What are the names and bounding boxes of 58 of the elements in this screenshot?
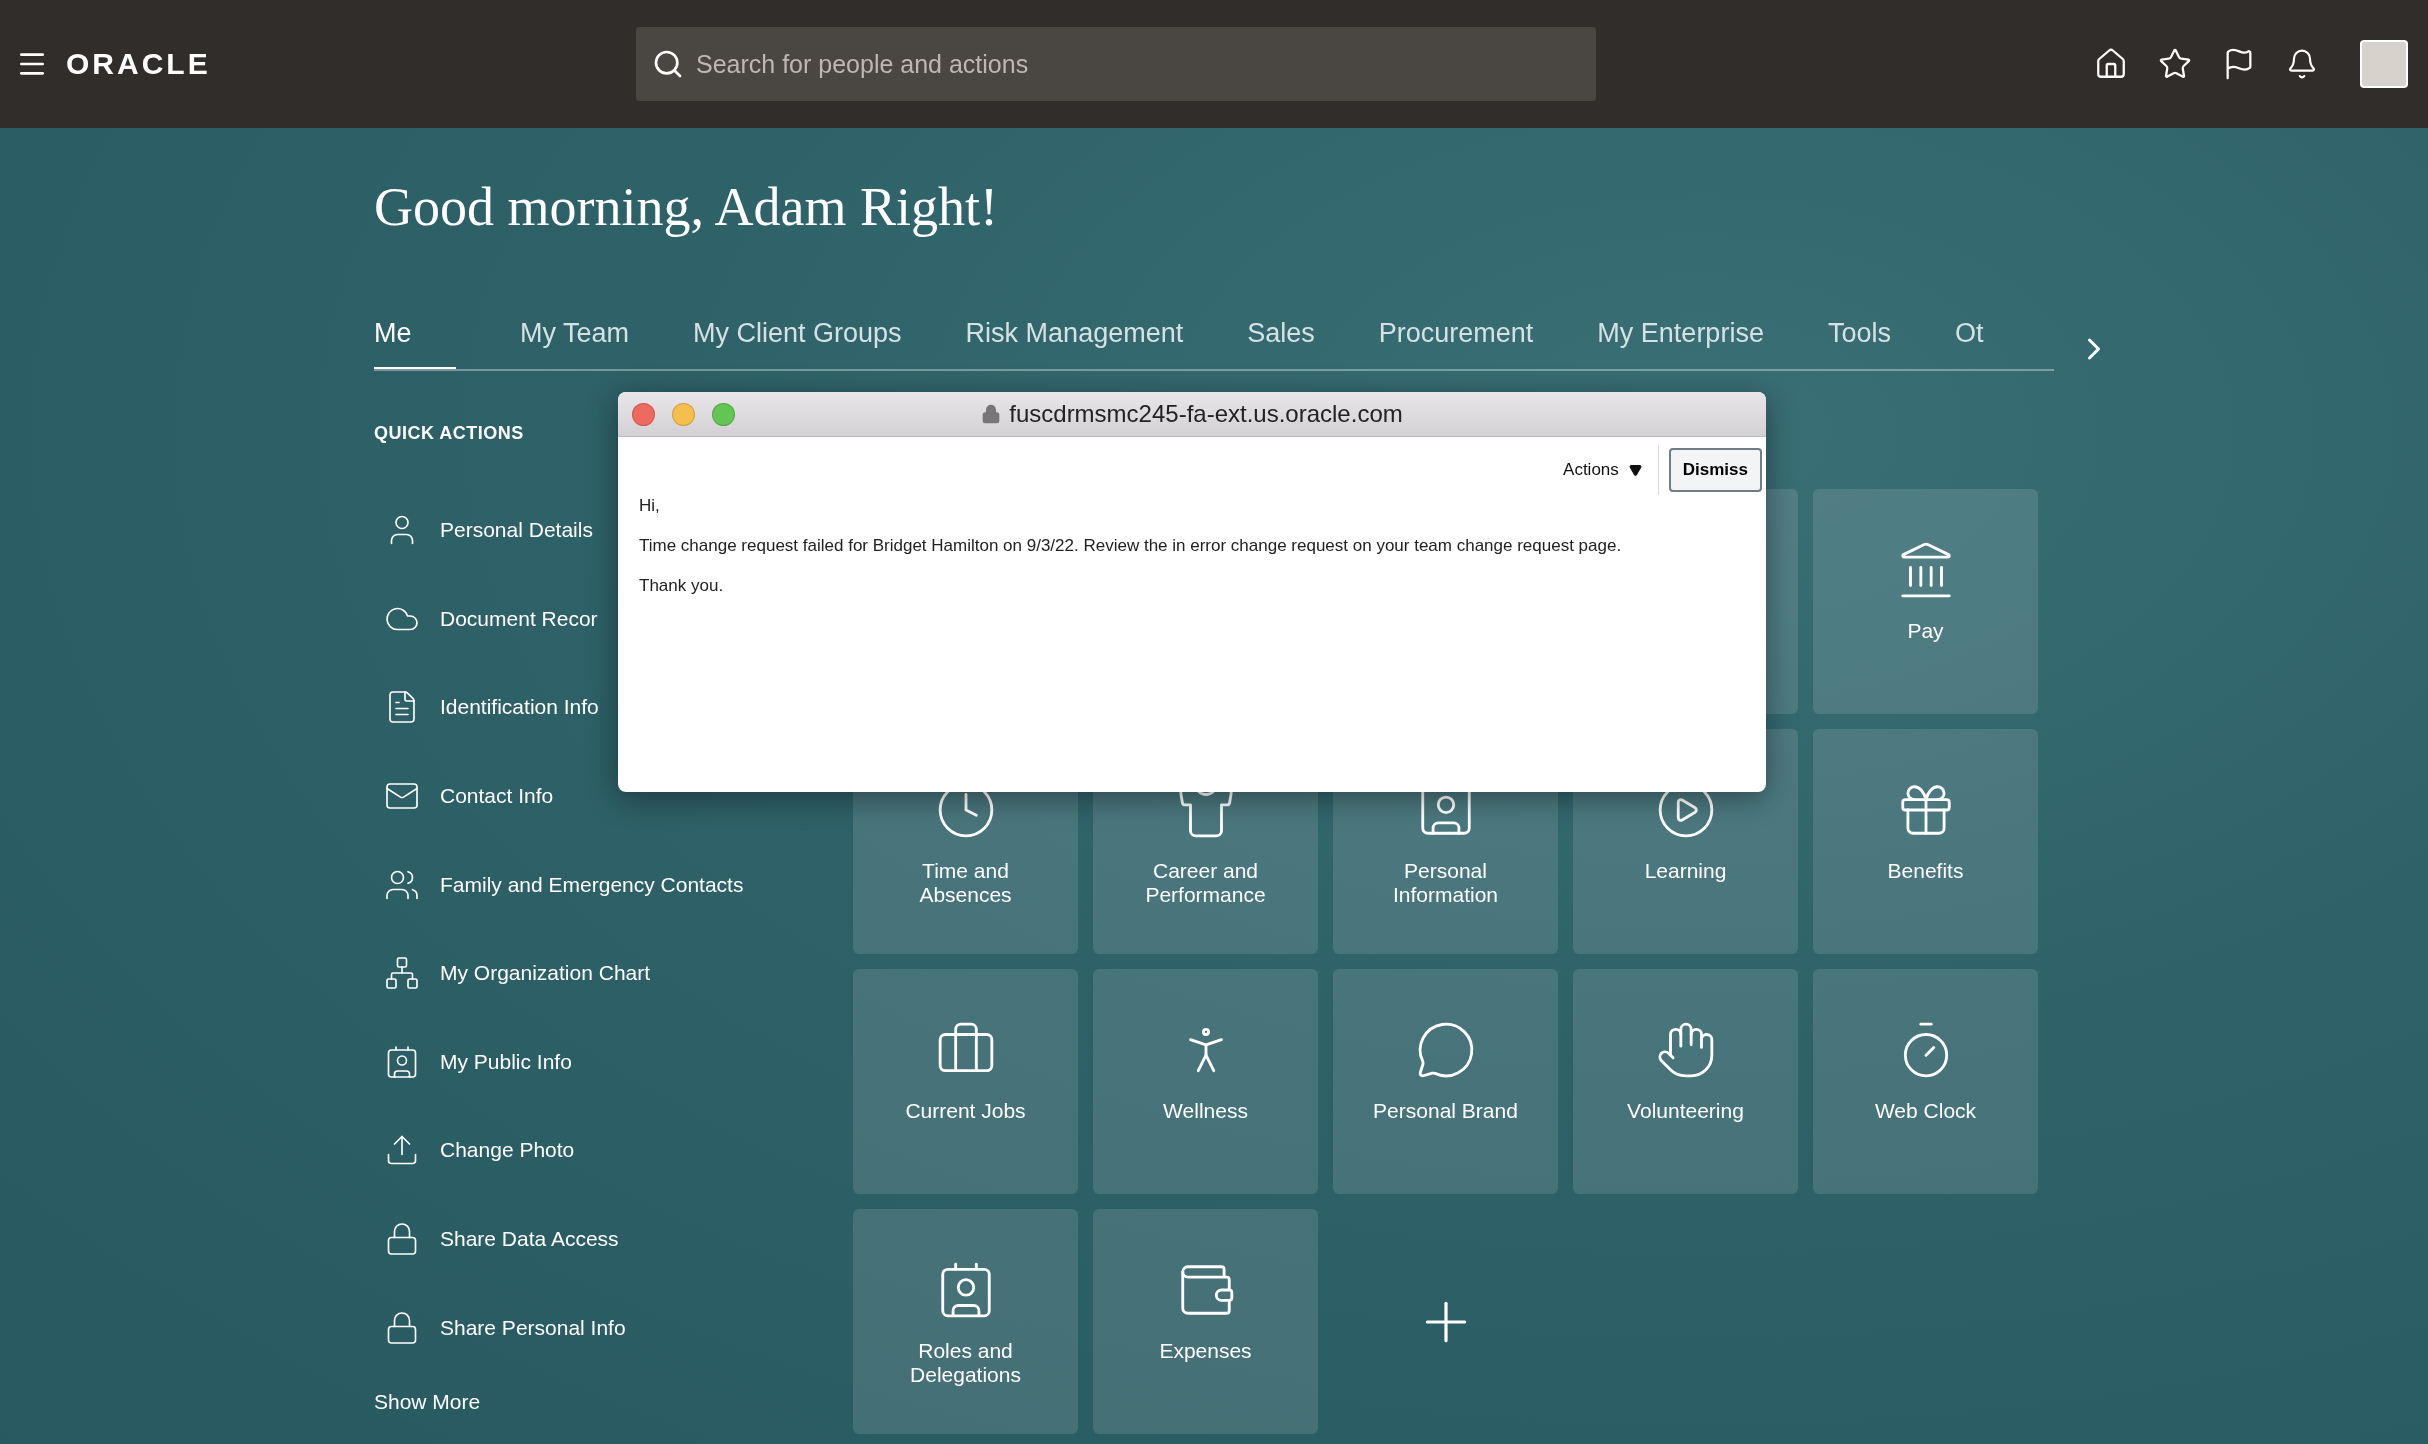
app-tile[interactable]: Current Jobs	[853, 969, 1078, 1194]
tile-label: Pay	[1906, 619, 1945, 643]
show-more-link[interactable]: Show More	[374, 1389, 853, 1414]
search-field[interactable]: Search for people and actions	[636, 27, 1596, 101]
nav-tab[interactable]: Sales	[1247, 318, 1315, 369]
nav-tab[interactable]: Ot	[1954, 318, 1984, 369]
quick-action-link[interactable]: Change Photo	[374, 1106, 853, 1195]
tile-label: Expenses	[1158, 1339, 1253, 1363]
quick-action-link[interactable]: Contact Info	[374, 751, 853, 841]
tile-label: Personal Brand	[1372, 1099, 1519, 1123]
message-text: Thank you.	[639, 575, 725, 596]
star-icon[interactable]	[2158, 47, 2192, 81]
app-tile[interactable]: Roles and Delegations	[853, 1209, 1078, 1434]
tile-label: Roles and Delegations	[909, 1339, 1022, 1387]
actions-menu-button[interactable]: Actions	[1547, 445, 1659, 495]
quick-action-link[interactable]: My Public Info	[374, 1017, 853, 1107]
nav-tab[interactable]: My Enterprise	[1597, 318, 1764, 369]
app-tile[interactable]: Web Clock	[1813, 969, 2038, 1194]
nav-tab[interactable]: Me	[374, 318, 456, 369]
message-text: Time change request failed for Bridget Hamilton on 9/3/22. Review the in error change request on your team change request page.	[639, 535, 1623, 556]
app-tile[interactable]: Volunteering	[1573, 969, 1798, 1194]
nav-tab[interactable]: Procurement	[1378, 318, 1534, 369]
logo[interactable]: ORACLE	[66, 47, 636, 81]
home-icon[interactable]	[2094, 47, 2128, 81]
lock-icon	[981, 404, 1002, 424]
tile-label: Career and Performance	[1144, 859, 1267, 907]
greeting-title: Good morning, Adam Right!	[374, 176, 999, 239]
quick-action-link[interactable]: Share Personal Info	[374, 1283, 853, 1372]
tile-label: Benefits	[1886, 859, 1965, 883]
tile-label: Personal Information	[1391, 859, 1500, 907]
nav-tab[interactable]: My Client Groups	[693, 318, 902, 369]
app-tile[interactable]: Wellness	[1093, 969, 1318, 1194]
tile-label: Current Jobs	[904, 1099, 1027, 1123]
tile-label: Wellness	[1162, 1099, 1249, 1123]
tile-label: Learning	[1643, 859, 1728, 883]
search-icon	[652, 48, 684, 80]
app-tile[interactable]: Benefits	[1813, 729, 2038, 954]
quick-action-link[interactable]: Family and Emergency Contacts	[374, 840, 853, 929]
caret-icon	[1628, 463, 1642, 477]
app-tile[interactable]: Personal Brand	[1333, 969, 1558, 1194]
close-window-button[interactable]	[632, 402, 655, 426]
app-tile[interactable]: Pay	[1813, 489, 2038, 714]
quick-action-link[interactable]: Share Data Access	[374, 1194, 853, 1284]
nav-tab[interactable]: Risk Management	[965, 318, 1184, 369]
nav-tab[interactable]: Tools	[1827, 318, 1891, 369]
dismiss-button[interactable]: Dismiss	[1668, 448, 1762, 492]
window-url: fuscdrmsmc245-fa-ext.us.oracle.com	[1009, 400, 1403, 428]
bell-icon[interactable]	[2286, 48, 2318, 80]
tile-label: Volunteering	[1626, 1099, 1745, 1123]
message-text: Hi,	[639, 495, 661, 516]
org-chart-icon	[384, 955, 420, 992]
nav-tab[interactable]: My Team	[520, 318, 630, 369]
section-title: QUICK ACTIONS	[374, 423, 525, 445]
tile-label: Time and Absences	[918, 859, 1013, 907]
quick-action-link[interactable]: Identification Info	[374, 663, 853, 752]
app-tile[interactable]: Expenses	[1093, 1209, 1318, 1434]
tile-label: Web Clock	[1873, 1099, 1978, 1123]
quick-action-link[interactable]: My Organization Chart	[374, 928, 853, 1018]
